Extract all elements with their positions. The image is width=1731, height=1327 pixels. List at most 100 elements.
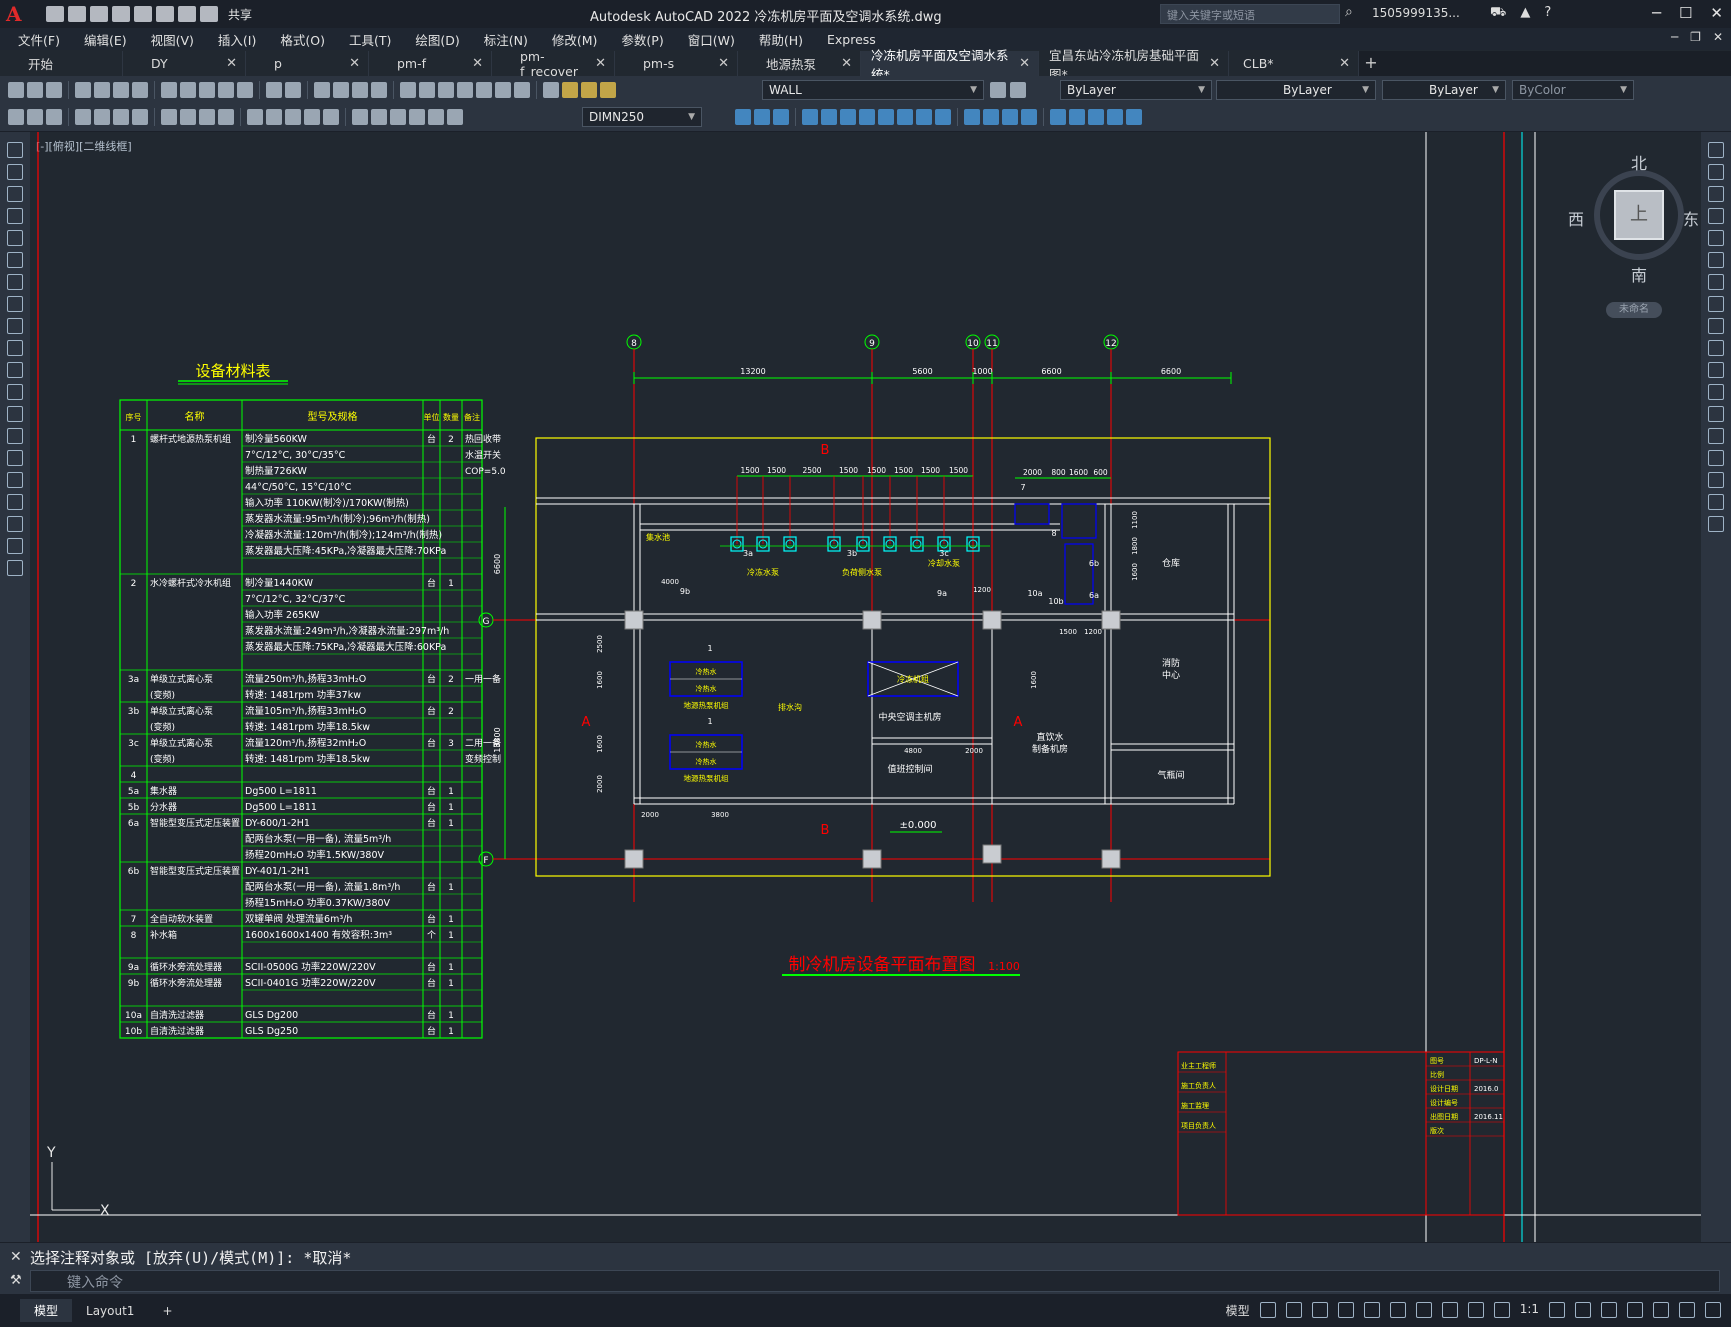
match-icon[interactable] [218,82,234,98]
text-front-icon[interactable] [1126,109,1142,125]
dim-linear-icon[interactable] [75,109,91,125]
layer-manager-icon[interactable] [543,82,559,98]
close-tab-icon[interactable]: ✕ [718,56,729,71]
explode-icon[interactable] [1708,516,1724,532]
undo-icon[interactable] [178,6,196,22]
annotation-visibility-icon[interactable] [1467,1302,1484,1318]
plotstyle-dropdown[interactable]: ByColor ▼ [1512,80,1634,100]
rotate-icon[interactable] [859,109,875,125]
floor-plan[interactable]: 8 9 10 11 12GF13200 5600 1000 6600 6600660013800… [478,334,1271,976]
menu-format[interactable]: 格式(O) [280,30,325,49]
add-layout-icon[interactable]: + [148,1301,186,1321]
gradient-icon[interactable] [7,472,23,488]
a360-icon[interactable]: ▲ [1520,5,1530,22]
dim-space-icon[interactable] [304,109,320,125]
search-input[interactable]: 键入关键字或短语 [1160,4,1340,24]
menu-draw[interactable]: 绘图(D) [415,30,459,49]
copy-object-icon[interactable] [754,109,770,125]
osnap-icon[interactable] [1389,1302,1406,1318]
ortho-icon[interactable] [1311,1302,1328,1318]
move-icon[interactable] [1708,252,1724,268]
command-input[interactable]: 键入命令 [30,1270,1720,1292]
insert-block-icon[interactable] [7,384,23,400]
draw-order-icon[interactable] [1069,109,1085,125]
close-icon[interactable]: ✕ [1710,4,1723,22]
join-icon[interactable] [983,109,999,125]
close-tab-icon[interactable]: ✕ [595,56,606,71]
send-back-icon[interactable] [1107,109,1123,125]
zoom-realtime-icon[interactable] [333,82,349,98]
table-icon[interactable] [7,516,23,532]
scale-icon[interactable] [878,109,894,125]
dim-style-icon[interactable] [8,109,24,125]
calculator-icon[interactable] [495,82,511,98]
redo-icon[interactable] [285,82,301,98]
explode-icon[interactable] [1050,109,1066,125]
doc-minimize-icon[interactable]: ─ [1671,30,1678,44]
point-icon[interactable] [7,428,23,444]
doc-close-icon[interactable]: ✕ [1713,30,1723,44]
layer-on-icon[interactable] [562,82,578,98]
close-cmd-icon[interactable]: ✕ [10,1249,22,1265]
circle-icon[interactable] [7,274,23,290]
tab-chiller-plan[interactable]: 冷冻机房平面及空调水系统* ✕ [861,48,1039,82]
dim-jogged-icon[interactable] [180,109,196,125]
color-dropdown[interactable]: ByLayer ▼ [1060,80,1212,100]
quick-dim-icon[interactable] [247,109,263,125]
dim-ordinate-icon[interactable] [132,109,148,125]
tab-ground-source[interactable]: 地源热泵 ✕ [738,51,861,76]
array-icon[interactable] [1708,230,1724,246]
customize-icon[interactable] [1705,1302,1721,1318]
tab-yichang-foundation[interactable]: 宜昌东站冷冻机房基础平面图* ✕ [1039,48,1229,82]
lineweight-dropdown[interactable]: ByLayer ▼ [1382,80,1506,100]
new-icon[interactable] [8,82,24,98]
trim-icon[interactable] [916,109,932,125]
tab-dy[interactable]: DY ✕ [123,51,246,76]
tab-clb[interactable]: CLB* ✕ [1229,51,1359,76]
cart-icon[interactable]: ⛟ [1490,5,1506,22]
selection-cycling-icon[interactable] [1415,1302,1432,1318]
break-at-point-icon[interactable] [1708,384,1724,400]
drawing-viewport[interactable]: [-][俯视][二维线框] 设备材料表 序号 名称 型号及规格 单位 数量 备注 1 螺杆式地源… [30,132,1701,1242]
dim-angular-icon[interactable] [218,109,234,125]
extend-icon[interactable] [1708,362,1724,378]
autocad-logo-icon[interactable]: A [6,3,28,25]
open-icon[interactable] [27,82,43,98]
close-tab-icon[interactable]: ✕ [472,56,483,71]
tab-pm-f-recover[interactable]: pm-f_recover ✕ [492,49,615,79]
block-editor-icon[interactable] [237,82,253,98]
break-icon[interactable] [964,109,980,125]
layer-previous-icon[interactable] [1010,82,1026,98]
erase-icon[interactable] [1708,142,1724,158]
zoom-previous-icon[interactable] [371,82,387,98]
dim-arc-icon[interactable] [113,109,129,125]
tool-palette-icon[interactable] [438,82,454,98]
stretch-icon[interactable] [1708,318,1724,334]
pan-icon[interactable] [314,82,330,98]
menu-insert[interactable]: 插入(I) [218,30,256,49]
snap-icon[interactable] [1285,1302,1302,1318]
dim-update-icon[interactable] [27,109,43,125]
line-icon[interactable] [7,142,23,158]
plot-icon[interactable] [75,82,91,98]
layer-dropdown[interactable]: WALL ▼ [762,80,984,100]
tab-model[interactable]: 模型 [20,1299,73,1322]
ellipse-arc-icon[interactable] [7,362,23,378]
equipment-table[interactable]: 设备材料表序号 名称 型号及规格 单位 数量 备注 1 螺杆式地源热泵机组 制冷量560KW 台 2… [119,362,506,1039]
scale-icon[interactable] [1708,296,1724,312]
title-block[interactable]: 业主工程师施工负责人施工监理项目负责人 图号 DP-L-N 比例设计日期 2016.0 设… [1177,1051,1505,1216]
mirror-icon[interactable] [773,109,789,125]
center-mark-icon[interactable] [371,109,387,125]
dim-radius-icon[interactable] [161,109,177,125]
trim-icon[interactable] [1708,340,1724,356]
fillet-icon[interactable] [1708,472,1724,488]
dim-continue-icon[interactable] [285,109,301,125]
menu-file[interactable]: 文件(F) [18,30,60,49]
open-icon[interactable] [68,6,86,22]
new-icon[interactable] [46,6,64,22]
help-icon[interactable]: ? [1544,5,1551,22]
dim-text-edit-icon[interactable] [447,109,463,125]
compass-east[interactable]: 东 [1683,206,1699,230]
add-selected-icon[interactable] [7,560,23,576]
bring-front-icon[interactable] [1088,109,1104,125]
